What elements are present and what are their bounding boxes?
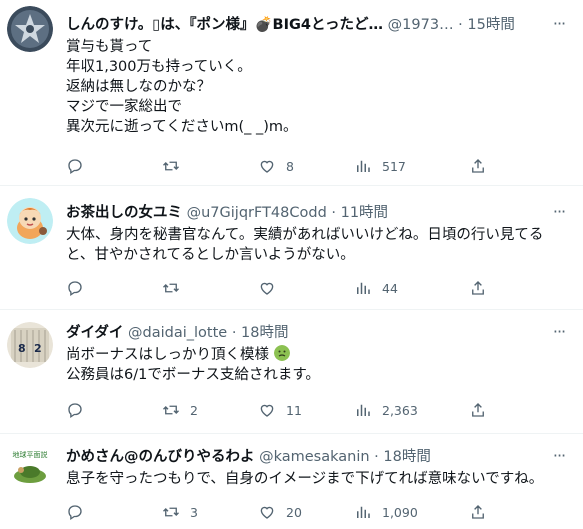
tweet-header: しんのすけ。▯は、『ポン様』💣BIG4とったど… @1973… · 15時間 <box>66 14 543 36</box>
views-button[interactable]: 1,090 <box>354 501 418 523</box>
tweet-line: と、甘やかされてるとしか言いようがない。 <box>66 247 355 263</box>
like-button[interactable]: 11 <box>258 399 302 421</box>
views-icon <box>357 404 370 416</box>
views-count: 517 <box>382 158 406 174</box>
tweet-line: 賞与も貰って <box>66 39 153 55</box>
retweet-icon <box>163 283 179 293</box>
reply-icon <box>68 281 82 297</box>
views-icon <box>357 282 370 294</box>
views-count: 2,363 <box>382 402 418 418</box>
tweet-header: お茶出しの女ユミ @u7GijqrFT48Codd · 11時間 <box>66 202 543 224</box>
more-icon[interactable]: ··· <box>549 448 569 468</box>
svg-text:2: 2 <box>34 342 42 355</box>
share-icon <box>472 159 484 173</box>
tweet-line: 大体、身内を秘書官なんて。実績があればいいけどね。日頃の行い見てる <box>66 227 544 243</box>
retweet-button[interactable]: 3 <box>162 501 198 523</box>
tweet-line: 公務員は6/1でボーナス支給されます。 <box>66 367 320 383</box>
tweet[interactable]: お茶出しの女ユミ @u7GijqrFT48Codd · 11時間 ··· 大体、… <box>0 186 583 310</box>
display-name[interactable]: しんのすけ。▯は、『ポン様』💣BIG4とったど… <box>66 17 383 33</box>
tweet[interactable]: 8 2 ダイダイ @daidai_lotte · 18時間 ··· 尚ボーナスは… <box>0 310 583 434</box>
tweet-line: 異次元に逝ってくださいm(_ _)m。 <box>66 119 298 135</box>
heart-icon <box>260 404 274 417</box>
views-count: 1,090 <box>382 504 418 520</box>
tweet-text: 賞与も貰って 年収1,300万も持っていく。 返納は無しなのかな？ マジで一家総… <box>66 37 567 137</box>
views-button[interactable]: 2,363 <box>354 399 418 421</box>
tweet-actions: 44 <box>56 277 566 299</box>
tweet-text: 息子を守ったつもりで、自身のイメージまで下げてれば意味ないですね。 <box>66 469 567 489</box>
tweet-header: ダイダイ @daidai_lotte · 18時間 <box>66 322 543 344</box>
handle-and-time[interactable]: @u7GijqrFT48Codd · 11時間 <box>187 205 388 221</box>
like-count: 20 <box>286 504 302 520</box>
share-button[interactable] <box>469 501 487 523</box>
share-button[interactable] <box>469 277 487 299</box>
heart-icon <box>260 282 274 295</box>
tweet-line: 尚ボーナスはしっかり頂く模様 <box>66 345 567 365</box>
retweet-button[interactable]: 2 <box>162 399 198 421</box>
retweet-count: 2 <box>190 402 198 418</box>
like-button[interactable] <box>258 277 286 299</box>
share-button[interactable] <box>469 155 487 177</box>
tweet-text: 尚ボーナスはしっかり頂く模様 公務員は6/1でボーナス支給されます。 <box>66 345 567 385</box>
tweet-line: 息子を守ったつもりで、自身のイメージまで下げてれば意味ないですね。 <box>66 471 544 487</box>
views-icon <box>357 506 370 518</box>
like-button[interactable]: 8 <box>258 155 294 177</box>
avatar[interactable]: 地球平面説 <box>7 444 53 490</box>
display-name[interactable]: ダイダイ <box>66 325 123 341</box>
tweet-actions: 8 517 <box>56 155 566 177</box>
views-button[interactable]: 517 <box>354 155 406 177</box>
avatar[interactable] <box>7 6 53 52</box>
handle-and-time[interactable]: @kamesakanin · 18時間 <box>259 449 431 465</box>
more-icon[interactable]: ··· <box>549 324 569 344</box>
like-count: 8 <box>286 158 294 174</box>
display-name[interactable]: かめさん@のんびりやるわよ <box>66 449 255 465</box>
tweet-feed: しんのすけ。▯は、『ポン様』💣BIG4とったど… @1973… · 15時間 ·… <box>0 0 583 529</box>
retweet-icon <box>163 405 179 415</box>
tweet-line: 年収1,300万も持っていく。 <box>66 59 252 75</box>
svg-text:地球平面説: 地球平面説 <box>13 450 48 459</box>
tweet-line: マジで一家総出で <box>66 99 182 115</box>
more-icon[interactable]: ··· <box>549 204 569 224</box>
retweet-button[interactable] <box>162 155 190 177</box>
tweet-line: 返納は無しなのかな？ <box>66 79 211 95</box>
more-icon[interactable]: ··· <box>549 16 569 36</box>
share-button[interactable] <box>469 399 487 421</box>
avatar[interactable]: 8 2 <box>7 322 53 368</box>
views-button[interactable]: 44 <box>354 277 398 299</box>
tweet[interactable]: しんのすけ。▯は、『ポン様』💣BIG4とったど… @1973… · 15時間 ·… <box>0 0 583 186</box>
reply-button[interactable] <box>66 501 94 523</box>
tweet-actions: 3 20 1,090 <box>56 501 566 523</box>
share-icon <box>472 281 484 295</box>
retweet-icon <box>163 507 179 517</box>
display-name[interactable]: お茶出しの女ユミ <box>66 205 182 221</box>
tweet[interactable]: 地球平面説 かめさん@のんびりやるわよ @kamesakanin · 18時間 … <box>0 434 583 529</box>
reply-icon <box>68 403 82 419</box>
share-icon <box>472 505 484 519</box>
like-button[interactable]: 20 <box>258 501 302 523</box>
like-count: 11 <box>286 402 302 418</box>
retweet-icon <box>163 161 179 171</box>
retweet-count: 3 <box>190 504 198 520</box>
tweet-line-text: 尚ボーナスはしっかり頂く模様 <box>66 347 269 363</box>
svg-text:8: 8 <box>18 342 26 355</box>
nauseated-face-icon <box>273 345 290 361</box>
heart-icon <box>260 506 274 519</box>
handle-and-time[interactable]: @1973… · 15時間 <box>388 17 515 33</box>
tweet-header: かめさん@のんびりやるわよ @kamesakanin · 18時間 <box>66 446 543 468</box>
reply-button[interactable] <box>66 399 94 421</box>
reply-button[interactable] <box>66 155 94 177</box>
tweet-actions: 2 11 2,363 <box>56 399 566 421</box>
retweet-button[interactable] <box>162 277 190 299</box>
share-icon <box>472 403 484 417</box>
tweet-text: 大体、身内を秘書官なんて。実績があればいいけどね。日頃の行い見てる と、甘やかさ… <box>66 225 567 265</box>
avatar[interactable] <box>7 198 53 244</box>
views-icon <box>357 160 370 172</box>
reply-button[interactable] <box>66 277 94 299</box>
reply-icon <box>68 159 82 175</box>
reply-icon <box>68 505 82 521</box>
heart-icon <box>260 160 274 173</box>
views-count: 44 <box>382 280 398 296</box>
handle-and-time[interactable]: @daidai_lotte · 18時間 <box>128 325 288 341</box>
